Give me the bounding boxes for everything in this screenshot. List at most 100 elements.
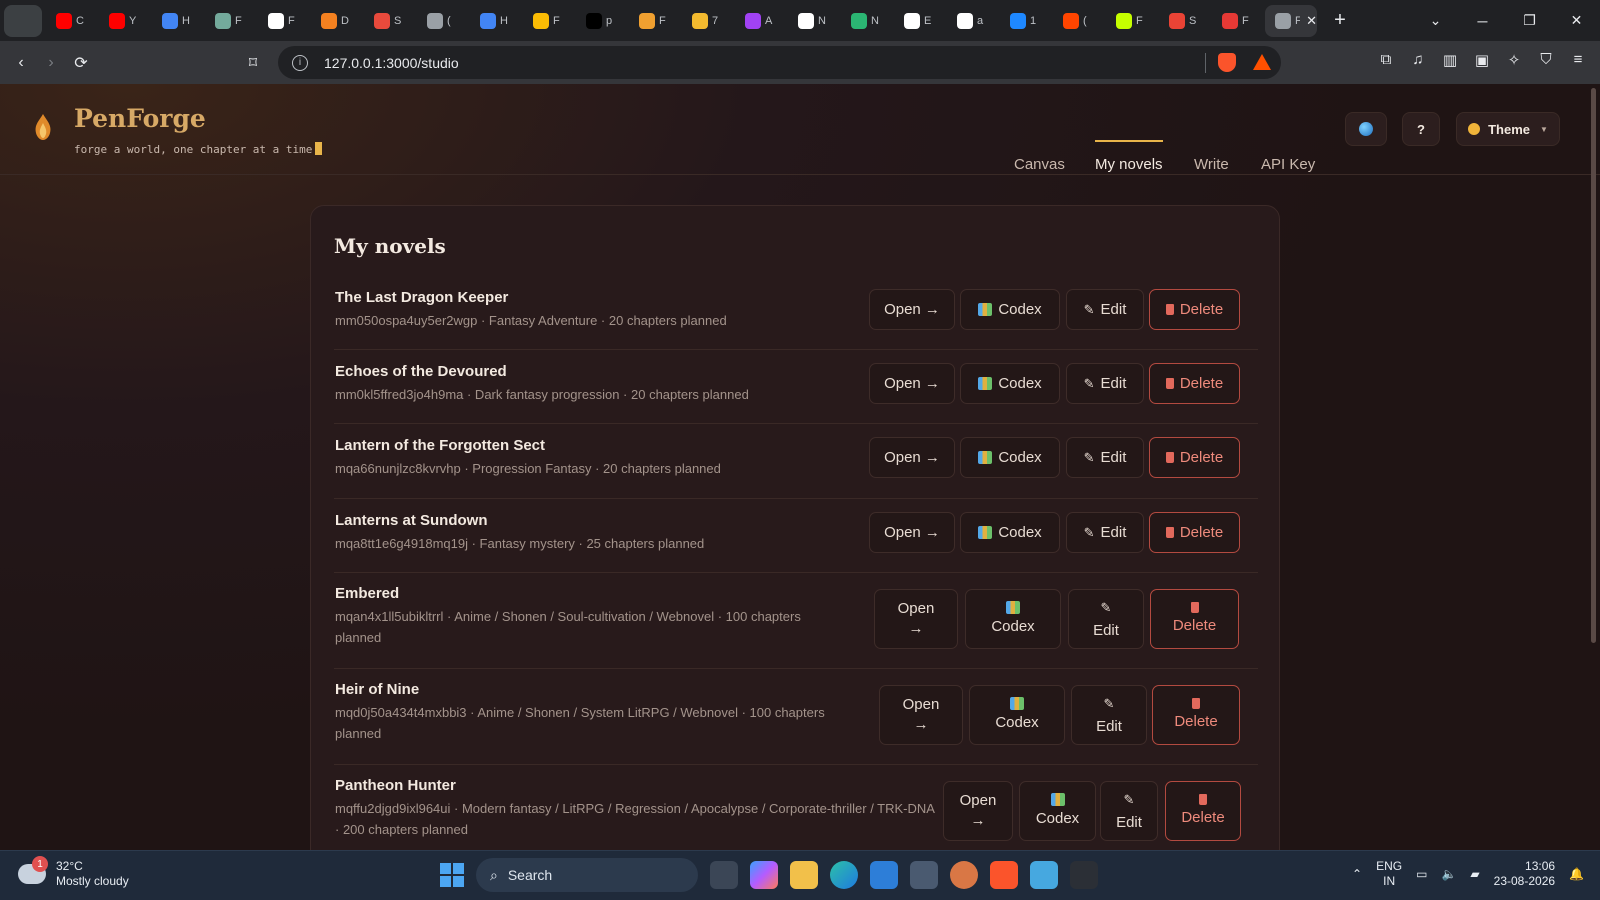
tab-search-icon[interactable]: ⌄ [1412, 12, 1459, 29]
browser-tab[interactable]: ( [417, 5, 470, 37]
open-novel-button[interactable]: Open → [874, 589, 958, 649]
codex-button[interactable]: Codex [960, 512, 1060, 553]
browser-tab[interactable]: 1 [1000, 5, 1053, 37]
tray-overflow-icon[interactable]: ⌃ [1352, 867, 1362, 881]
edit-novel-button[interactable]: ✎ Edit [1066, 363, 1144, 404]
edit-novel-button[interactable]: ✎ Edit [1066, 289, 1144, 330]
browser-tab[interactable]: a [947, 5, 1000, 37]
delete-novel-button[interactable]: Delete [1150, 589, 1239, 649]
close-tab-icon[interactable]: ✕ [1306, 13, 1317, 29]
edit-novel-button[interactable]: ✎ Edit [1068, 589, 1144, 649]
sidebar-icon[interactable]: ▥ [1440, 51, 1460, 71]
bookmark-icon[interactable]: ⌑ [238, 53, 268, 73]
delete-novel-button[interactable]: Delete [1149, 363, 1240, 404]
help-button[interactable]: ? [1402, 112, 1440, 146]
delete-novel-button[interactable]: Delete [1149, 437, 1240, 478]
media-icon[interactable]: ♫ [1408, 51, 1428, 71]
network-icon[interactable]: ▭ [1416, 867, 1427, 881]
brave-taskbar-icon[interactable] [990, 861, 1018, 889]
wallet-icon[interactable]: ▣ [1472, 51, 1492, 71]
site-info-icon[interactable]: i [292, 54, 308, 71]
reload-icon[interactable]: ⟳ [66, 53, 96, 73]
delete-novel-button[interactable]: Delete [1152, 685, 1240, 745]
browser-tab[interactable]: E [894, 5, 947, 37]
nav-my-novels[interactable]: My novels [1095, 156, 1163, 173]
brand-name[interactable]: PenForge [74, 104, 206, 133]
taskbar-search[interactable]: ⌕ Search [476, 858, 698, 892]
edit-novel-button[interactable]: ✎ Edit [1100, 781, 1158, 841]
open-novel-button[interactable]: Open → [869, 363, 955, 404]
terminal-icon[interactable] [1070, 861, 1098, 889]
page-scrollbar[interactable] [1588, 84, 1600, 850]
open-novel-button[interactable]: Open → [869, 437, 955, 478]
browser-tab[interactable]: F [1212, 5, 1265, 37]
vpn-icon[interactable]: ⛉ [1536, 51, 1556, 71]
notifications-icon[interactable]: 🔔 [1569, 867, 1584, 881]
browser-tab[interactable]: F [523, 5, 576, 37]
brave-shields-icon[interactable] [1218, 53, 1236, 72]
minimize-icon[interactable]: ─ [1459, 13, 1506, 29]
browser-tab[interactable]: F ✕ [1265, 4, 1317, 37]
browser-tab[interactable]: H [152, 5, 205, 37]
open-novel-button[interactable]: Open → [869, 512, 955, 553]
open-novel-button[interactable]: Open → [943, 781, 1013, 841]
codex-button[interactable]: Codex [1019, 781, 1096, 841]
weather-widget[interactable]: 1 32°C Mostly cloudy [18, 856, 129, 889]
browser-tab[interactable]: N [788, 5, 841, 37]
address-bar[interactable]: i 127.0.0.1:3000/studio [278, 46, 1281, 79]
edit-novel-button[interactable]: ✎ Edit [1066, 512, 1144, 553]
url-text[interactable]: 127.0.0.1:3000/studio [324, 55, 459, 71]
new-tab-icon[interactable]: + [1327, 9, 1353, 32]
theme-button[interactable]: Theme ▼ [1456, 112, 1560, 146]
tab-sidebar-button[interactable] [4, 4, 42, 37]
nav-write[interactable]: Write [1194, 156, 1229, 173]
menu-icon[interactable]: ≡ [1568, 51, 1588, 71]
back-icon[interactable]: ‹ [6, 54, 36, 72]
browser-tab[interactable]: N [841, 5, 894, 37]
outlook-icon[interactable] [870, 861, 898, 889]
browser-tab[interactable]: F [1106, 5, 1159, 37]
edit-novel-button[interactable]: ✎ Edit [1071, 685, 1147, 745]
battery-icon[interactable]: ▰ [1470, 867, 1479, 881]
notepad-icon[interactable] [1030, 861, 1058, 889]
volume-icon[interactable]: 🔈 [1441, 867, 1456, 881]
browser-tab[interactable]: Y [99, 5, 152, 37]
delete-novel-button[interactable]: Delete [1149, 289, 1240, 330]
extensions-icon[interactable]: ⧉ [1376, 51, 1396, 71]
browser-tab[interactable]: S [364, 5, 417, 37]
file-explorer-icon[interactable] [790, 861, 818, 889]
forward-icon[interactable]: › [36, 54, 66, 72]
delete-novel-button[interactable]: Delete [1165, 781, 1241, 841]
claude-icon[interactable] [950, 861, 978, 889]
edge-icon[interactable] [830, 861, 858, 889]
codex-button[interactable]: Codex [960, 437, 1060, 478]
browser-tab[interactable]: D [311, 5, 364, 37]
brave-rewards-icon[interactable] [1253, 54, 1271, 70]
delete-novel-button[interactable]: Delete [1149, 512, 1240, 553]
edit-novel-button[interactable]: ✎ Edit [1066, 437, 1144, 478]
codex-button[interactable]: Codex [960, 363, 1060, 404]
codex-button[interactable]: Codex [965, 589, 1061, 649]
restore-icon[interactable]: ❐ [1506, 12, 1553, 29]
browser-tab[interactable]: 7 [682, 5, 735, 37]
browser-tab[interactable]: F [629, 5, 682, 37]
open-novel-button[interactable]: Open → [869, 289, 955, 330]
scrollbar-thumb[interactable] [1591, 88, 1596, 643]
clock[interactable]: 13:06 23-08-2026 [1494, 859, 1555, 889]
codex-button[interactable]: Codex [960, 289, 1060, 330]
browser-tab[interactable]: S [1159, 5, 1212, 37]
browser-tab[interactable]: F [205, 5, 258, 37]
codex-button[interactable]: Codex [969, 685, 1065, 745]
browser-tab[interactable]: H [470, 5, 523, 37]
store-icon[interactable] [910, 861, 938, 889]
language-button[interactable] [1345, 112, 1387, 146]
browser-tab[interactable]: p [576, 5, 629, 37]
nav-canvas[interactable]: Canvas [1014, 156, 1065, 173]
language-indicator[interactable]: ENG IN [1376, 859, 1402, 889]
browser-tab[interactable]: A [735, 5, 788, 37]
task-view-icon[interactable] [710, 861, 738, 889]
open-novel-button[interactable]: Open → [879, 685, 963, 745]
leo-ai-icon[interactable]: ✧ [1504, 51, 1524, 71]
browser-tab[interactable]: C [46, 5, 99, 37]
nav-api-key[interactable]: API Key [1261, 156, 1315, 173]
